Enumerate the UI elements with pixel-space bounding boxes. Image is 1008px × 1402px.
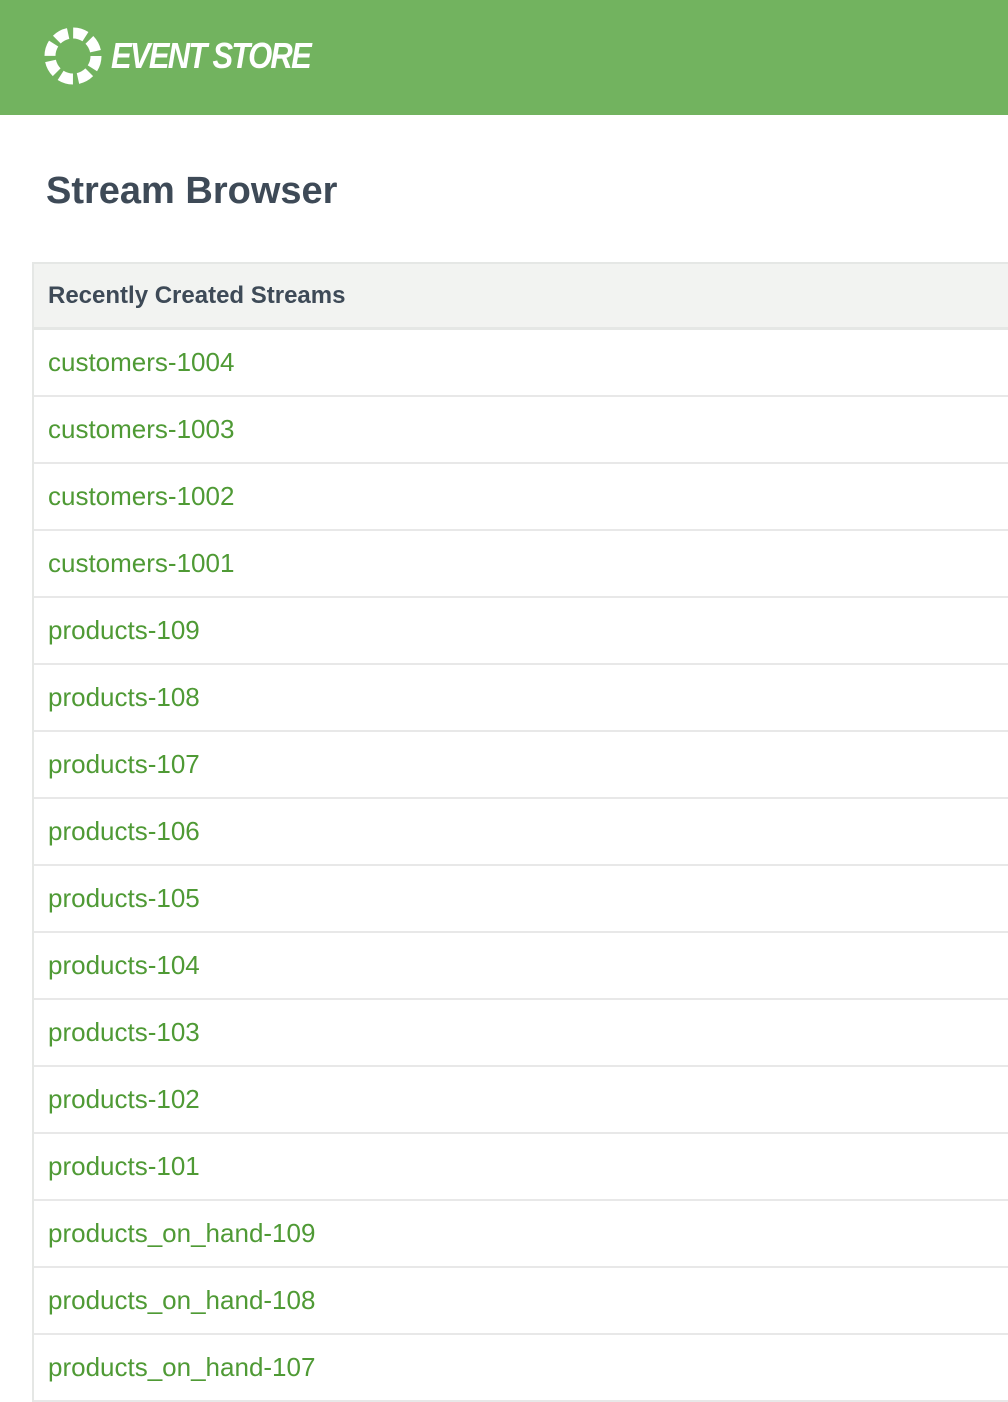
table-row: products_on_hand-108 bbox=[34, 1268, 1008, 1335]
stream-link[interactable]: products-103 bbox=[48, 1017, 200, 1048]
table-row: products_on_hand-107 bbox=[34, 1335, 1008, 1402]
stream-link[interactable]: customers-1001 bbox=[48, 548, 234, 579]
table-row: products-103 bbox=[34, 1000, 1008, 1067]
table-row: customers-1002 bbox=[34, 464, 1008, 531]
stream-link[interactable]: products-105 bbox=[48, 883, 200, 914]
table-row: customers-1001 bbox=[34, 531, 1008, 598]
table-row: products-108 bbox=[34, 665, 1008, 732]
stream-link[interactable]: customers-1004 bbox=[48, 347, 234, 378]
stream-link[interactable]: products-101 bbox=[48, 1151, 200, 1182]
table-row: products-109 bbox=[34, 598, 1008, 665]
table-row: products-101 bbox=[34, 1134, 1008, 1201]
stream-link[interactable]: products_on_hand-107 bbox=[48, 1352, 315, 1383]
table-row: products-106 bbox=[34, 799, 1008, 866]
table-row: products-105 bbox=[34, 866, 1008, 933]
stream-link[interactable]: products_on_hand-108 bbox=[48, 1285, 315, 1316]
table-row: customers-1004 bbox=[34, 330, 1008, 397]
recent-streams-panel: Recently Created Streams customers-1004 c… bbox=[32, 262, 1008, 1402]
panel-heading: Recently Created Streams bbox=[48, 281, 346, 309]
page-title: Stream Browser bbox=[46, 170, 338, 212]
stream-link[interactable]: products-109 bbox=[48, 615, 200, 646]
stream-link[interactable]: customers-1002 bbox=[48, 481, 234, 512]
event-store-logo-icon bbox=[44, 27, 102, 85]
panel-header: Recently Created Streams bbox=[34, 264, 1008, 330]
table-row: products-102 bbox=[34, 1067, 1008, 1134]
stream-link[interactable]: products-108 bbox=[48, 682, 200, 713]
stream-link[interactable]: products-106 bbox=[48, 816, 200, 847]
stream-link[interactable]: products-107 bbox=[48, 749, 200, 780]
stream-link[interactable]: customers-1003 bbox=[48, 414, 234, 445]
stream-list: customers-1004 customers-1003 customers-10… bbox=[34, 330, 1008, 1402]
stream-link[interactable]: products_on_hand-109 bbox=[48, 1218, 315, 1249]
table-row: products_on_hand-109 bbox=[34, 1201, 1008, 1268]
table-row: customers-1003 bbox=[34, 397, 1008, 464]
top-header: EVENT STORE bbox=[0, 0, 1008, 115]
brand-name: EVENT STORE bbox=[111, 35, 312, 76]
stream-link[interactable]: products-104 bbox=[48, 950, 200, 981]
stream-link[interactable]: products-102 bbox=[48, 1084, 200, 1115]
table-row: products-104 bbox=[34, 933, 1008, 1000]
table-row: products-107 bbox=[34, 732, 1008, 799]
event-store-logo[interactable]: EVENT STORE bbox=[44, 26, 342, 86]
